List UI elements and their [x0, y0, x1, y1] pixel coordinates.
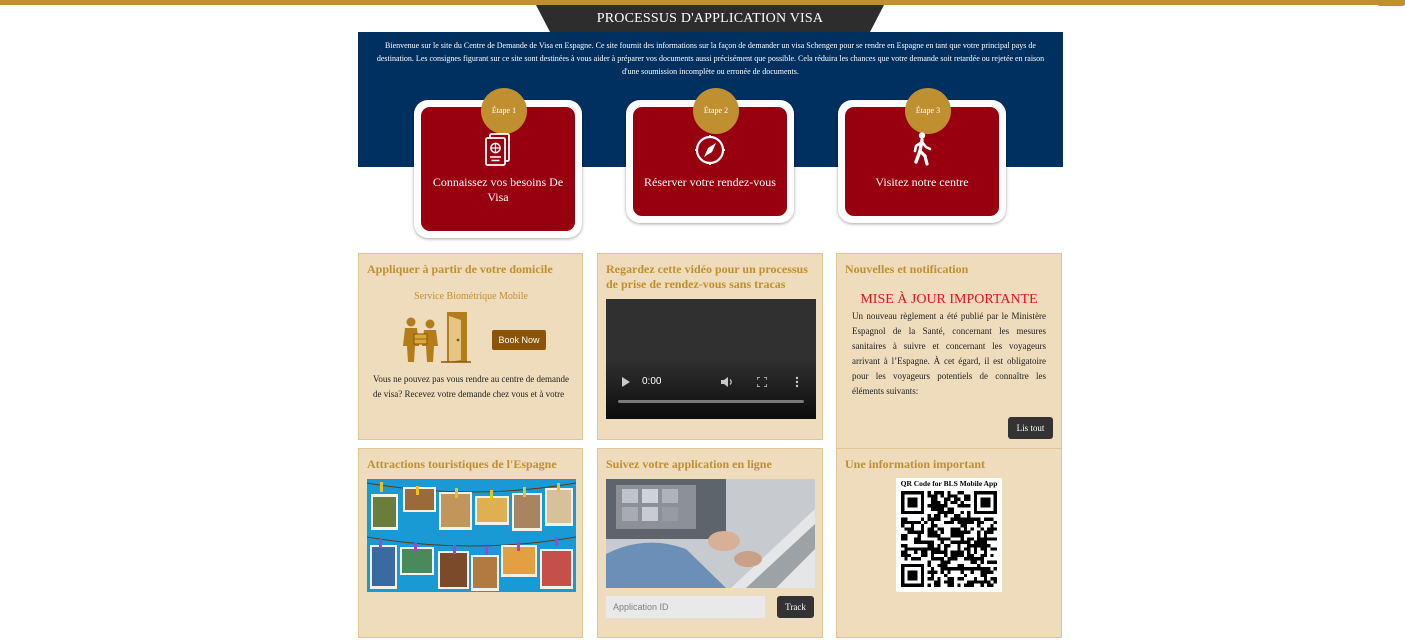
more-options-icon[interactable]	[795, 376, 799, 388]
process-title-tab: PROCESSUS D'APPLICATION VISA	[536, 5, 884, 32]
news-card-title: Nouvelles et notification	[845, 262, 969, 276]
qr-caption: QR Code for BLS Mobile App	[900, 479, 998, 488]
info-card-title: Une information important	[845, 457, 985, 471]
laptop-user-photo-icon	[606, 479, 815, 588]
read-all-button[interactable]: Lis tout	[1008, 417, 1053, 439]
news-text: Un nouveau règlement a été publié par le…	[852, 311, 1046, 396]
video-player[interactable]: 0:00	[606, 299, 816, 419]
step-card-2[interactable]: Étape 2 Réserver votre rendez-vous	[626, 88, 794, 223]
compass-icon	[695, 135, 725, 165]
step-2-label: Réserver votre rendez-vous	[644, 175, 776, 189]
step-1-badge: Étape 1	[481, 88, 527, 134]
step-2-badge: Étape 2	[693, 88, 739, 134]
track-card-title: Suivez votre application en ligne	[606, 457, 772, 471]
passport-icon	[485, 133, 510, 166]
volume-icon[interactable]	[721, 377, 733, 387]
step-card-3[interactable]: Étape 3 Visitez notre centre	[838, 88, 1006, 223]
play-icon[interactable]	[621, 377, 630, 387]
step-3-badge: Étape 3	[905, 88, 951, 134]
step-card-1[interactable]: Étape 1 Connaissez vos besoins De Visa	[414, 88, 582, 238]
step-card-2-inner[interactable]: Étape 2 Réserver votre rendez-vous	[633, 88, 787, 216]
home-service-card: Appliquer à partir de votre domicile Ser…	[358, 253, 583, 440]
tourism-card-title: Attractions touristiques de l'Espagne	[367, 457, 557, 471]
news-card: Nouvelles et notification MISE À JOUR IM…	[836, 253, 1062, 448]
top-accent-tab	[1377, 0, 1405, 6]
step-card-1-inner[interactable]: Étape 1 Connaissez vos besoins De Visa	[421, 88, 575, 231]
video-time: 0:00	[642, 376, 662, 387]
qr-code-box: QR Code for BLS Mobile App	[896, 478, 1002, 592]
walking-person-icon	[913, 132, 932, 166]
mobile-biometric-label: Service Biométrique Mobile	[414, 291, 528, 302]
tourism-card: Attractions touristiques de l'Espagne	[358, 448, 583, 638]
home-service-text: Vous ne pouvez pas vous rendre au centre…	[373, 374, 569, 399]
intro-text: Bienvenue sur le site du Centre de Deman…	[376, 41, 1045, 76]
video-card-title: Regardez cette vidéo pour un processus d…	[606, 262, 808, 291]
step-3-label: Visitez notre centre	[875, 175, 969, 189]
application-id-input[interactable]	[606, 596, 765, 618]
video-shade	[606, 359, 816, 419]
track-button[interactable]: Track	[777, 596, 814, 618]
step-card-3-inner[interactable]: Étape 3 Visitez notre centre	[845, 88, 999, 216]
spain-attractions-photo-icon[interactable]	[367, 479, 576, 592]
video-progress-bar[interactable]	[618, 400, 804, 403]
fullscreen-icon[interactable]	[757, 377, 767, 387]
video-card: Regardez cette vidéo pour un processus d…	[597, 253, 823, 440]
step-1-label: Connaissez vos besoins De Visa	[432, 175, 564, 204]
important-update-heading: MISE À JOUR IMPORTANTE	[860, 292, 1038, 307]
info-card: Une information important QR Code for BL…	[836, 448, 1062, 638]
page-title: PROCESSUS D'APPLICATION VISA	[596, 11, 824, 26]
home-service-title: Appliquer à partir de votre domicile	[367, 262, 553, 276]
home-delivery-illustration-icon	[403, 312, 471, 363]
book-now-button[interactable]: Book Now	[492, 330, 546, 350]
track-card: Suivez votre application en ligne Track	[597, 448, 823, 638]
qr-code-icon[interactable]	[901, 491, 997, 587]
